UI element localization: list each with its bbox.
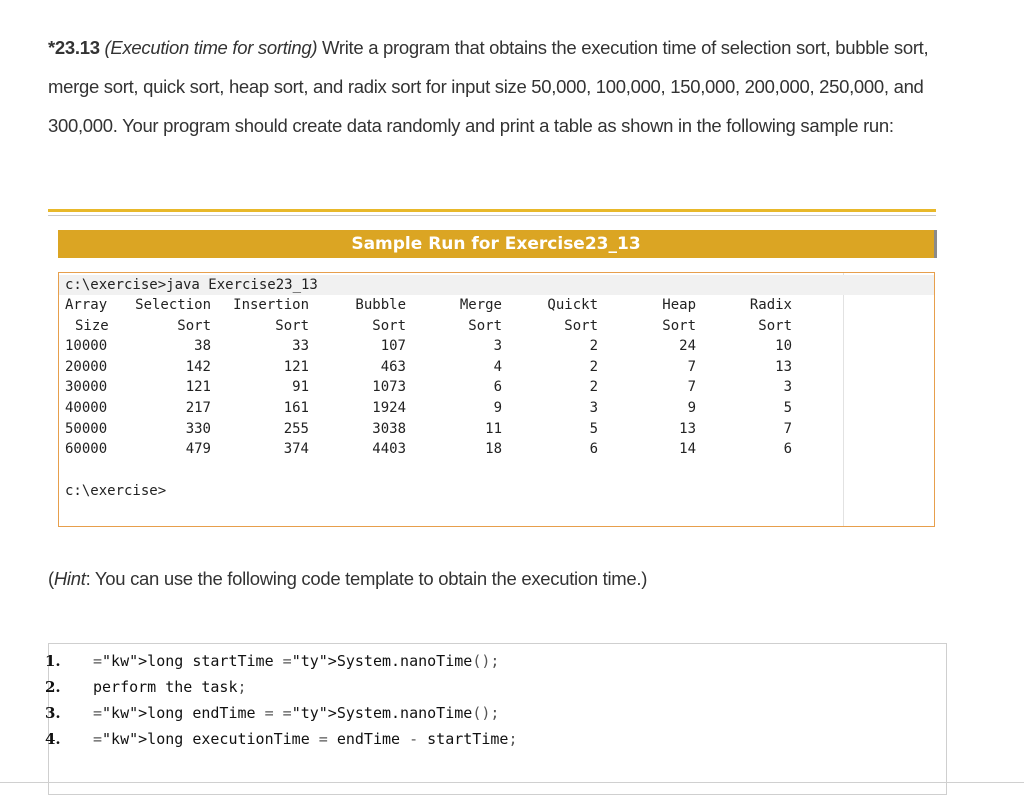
line-number: 4. xyxy=(45,730,61,748)
table-cell: 374 xyxy=(283,441,309,458)
table-column: Radix Sort 10 13 3 5 7 6 xyxy=(692,295,792,465)
table-cell: 7 xyxy=(687,358,696,375)
table-cell: 6 xyxy=(493,379,502,396)
hint-label: Hint xyxy=(53,568,86,589)
table-header-cell: Sort xyxy=(372,317,406,334)
code-text: perform the task; xyxy=(93,678,247,696)
code-text: ="kw">long startTime ="ty">System.nanoTi… xyxy=(93,652,500,670)
table-header-cell: Selection xyxy=(135,297,211,313)
table-header-cell: Sort xyxy=(177,317,211,334)
table-cell: 14 xyxy=(679,441,696,458)
table-cell: 38 xyxy=(194,338,211,355)
line-number: 3. xyxy=(45,704,61,722)
table-cell: 5 xyxy=(783,400,792,416)
table-cell: 330 xyxy=(185,420,211,437)
table-header-cell: Radix xyxy=(749,297,792,313)
problem-number: *23.13 xyxy=(48,37,100,58)
section-divider-shadow xyxy=(48,215,936,216)
table-column: Insertion Sort 33 121 91 161 255 374 xyxy=(209,295,309,465)
table-header-cell: Bubble xyxy=(355,297,406,313)
code-text: ="kw">long endTime = ="ty">System.nanoTi… xyxy=(93,704,500,722)
table-header-cell: Sort xyxy=(758,317,792,334)
line-number: 2. xyxy=(45,678,61,696)
table-cell: 6 xyxy=(589,441,598,458)
section-divider xyxy=(48,209,936,212)
code-template: 1. ="kw">long startTime ="ty">System.nano… xyxy=(45,643,947,795)
table-cell: 161 xyxy=(283,400,309,416)
table-header-cell: Sort xyxy=(662,317,696,334)
table-cell: 217 xyxy=(185,400,211,416)
table-header-cell: Heap xyxy=(662,297,696,313)
table-column: Bubble Sort 107 463 1073 1924 3038 4403 xyxy=(306,295,406,465)
table-cell: 10 xyxy=(775,338,792,355)
table-column: Selection Sort 38 142 121 217 330 479 xyxy=(111,295,211,465)
code-text: ="kw">long executionTime = endTime - sta… xyxy=(93,730,518,748)
table-cell: 479 xyxy=(185,441,211,458)
table-header-cell: Quickt xyxy=(547,297,598,313)
table-cell: 13 xyxy=(679,420,696,437)
table-cell: 91 xyxy=(292,379,309,396)
table-header-cell: Sort xyxy=(468,317,502,334)
hint-text: (Hint: You can use the following code te… xyxy=(48,568,647,590)
table-cell: 121 xyxy=(185,379,211,396)
table-header-cell: Insertion xyxy=(233,297,309,313)
console-prompt: c:\exercise> xyxy=(65,483,167,499)
table-cell: 3 xyxy=(493,338,502,355)
table-cell: 5 xyxy=(589,420,598,437)
table-cell: 463 xyxy=(380,358,406,375)
problem-title: (Execution time for sorting) xyxy=(104,37,318,58)
table-cell: 6 xyxy=(783,441,792,458)
table-cell: 33 xyxy=(292,338,309,355)
table-cell: 3 xyxy=(783,379,792,396)
table-cell: 18 xyxy=(485,441,502,458)
table-cell: 3 xyxy=(589,400,598,416)
table-cell: 1924 xyxy=(372,400,406,416)
table-column: Merge Sort 3 4 6 9 11 18 xyxy=(402,295,502,465)
table-column: Heap Sort 24 7 7 9 13 14 xyxy=(596,295,696,465)
page-bottom-rule xyxy=(0,782,1024,783)
table-header-cell: Sort xyxy=(564,317,598,334)
table-cell: 2 xyxy=(589,358,598,375)
table-cell: 11 xyxy=(485,420,502,437)
line-number: 1. xyxy=(45,652,61,670)
table-cell: 4 xyxy=(493,358,502,375)
command-line: c:\exercise>java Exercise23_13 xyxy=(65,277,318,293)
table-cell: 107 xyxy=(380,338,406,355)
table-cell: 24 xyxy=(679,338,696,355)
sample-run-header: Sample Run for Exercise23_13 xyxy=(58,230,937,258)
table-cell: 13 xyxy=(775,358,792,375)
table-cell: 2 xyxy=(589,338,598,355)
problem-statement: *23.13 (Execution time for sorting) Writ… xyxy=(48,28,968,145)
table-column: Quickt Sort 2 2 2 3 5 6 xyxy=(498,295,598,465)
table-cell: 4403 xyxy=(372,441,406,458)
table-cell: 2 xyxy=(589,379,598,396)
table-cell: 9 xyxy=(687,400,696,416)
table-cell: 7 xyxy=(687,379,696,396)
hint-body: : You can use the following code templat… xyxy=(85,568,648,589)
table-cell: 121 xyxy=(283,358,309,375)
table-cell: 3038 xyxy=(372,420,406,437)
table-header-cell: Merge xyxy=(459,297,502,313)
console-output: c:\exercise>java Exercise23_13 Array Size… xyxy=(58,272,935,527)
console-gutter-line xyxy=(843,273,844,526)
table-cell: 142 xyxy=(185,358,211,375)
table-header-cell: Sort xyxy=(275,317,309,334)
table-cell: 255 xyxy=(283,420,309,437)
table-cell: 7 xyxy=(783,420,792,437)
table-cell: 9 xyxy=(493,400,502,416)
table-cell: 1073 xyxy=(372,379,406,396)
